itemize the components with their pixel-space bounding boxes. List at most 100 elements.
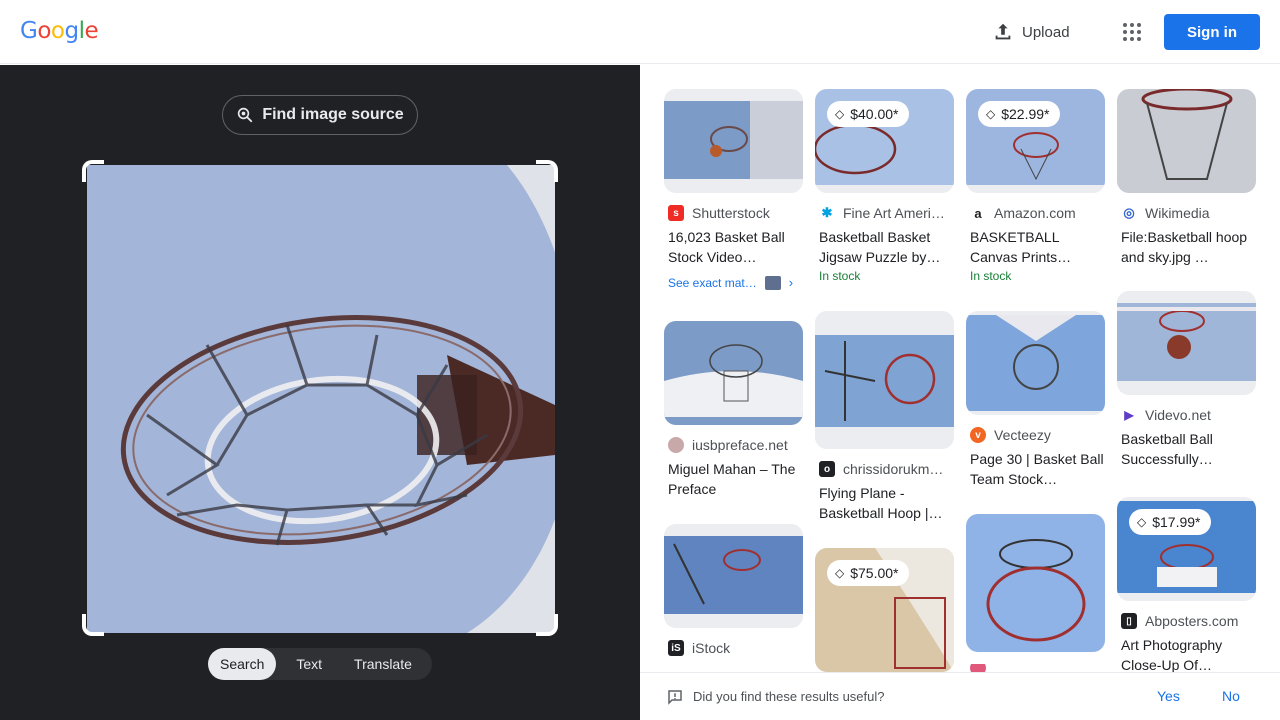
logo-letter-o1: o bbox=[37, 18, 51, 44]
result-card[interactable]: ◇ $75.00* bbox=[815, 548, 954, 672]
iusbpreface-icon bbox=[668, 437, 684, 453]
result-card[interactable]: iusbpreface.net Miguel Mahan – The Prefa… bbox=[664, 321, 803, 499]
feedback-question: Did you find these results useful? bbox=[693, 689, 885, 704]
result-title[interactable]: Art Photography Close-Up Of… bbox=[1121, 635, 1255, 672]
result-source-label: Fine Art Ameri… bbox=[843, 205, 945, 221]
crop-handle-top-right[interactable] bbox=[536, 160, 558, 182]
amazon-icon: a bbox=[970, 205, 986, 221]
result-card[interactable]: s Shutterstock 16,023 Basket Ball Stock V… bbox=[664, 89, 803, 290]
result-thumbnail[interactable] bbox=[1117, 89, 1256, 193]
result-source[interactable]: s Shutterstock bbox=[668, 205, 803, 221]
result-source-label: iStock bbox=[692, 640, 731, 656]
result-source[interactable] bbox=[970, 664, 1105, 672]
see-exact-matches-label: See exact mat… bbox=[668, 275, 757, 290]
result-card[interactable]: o chrissidorukm… Flying Plane - Basketbal… bbox=[815, 311, 954, 523]
price-badge: ◇ $17.99* bbox=[1129, 509, 1211, 535]
result-source-label: Amazon.com bbox=[994, 205, 1076, 221]
price-tag-icon: ◇ bbox=[835, 107, 845, 121]
result-card[interactable]: ◇ $17.99* ▯ Abposters.com Art Photography … bbox=[1117, 497, 1256, 672]
result-source-label: Videvo.net bbox=[1145, 407, 1211, 423]
upload-icon bbox=[995, 23, 1011, 40]
result-title[interactable]: BASKETBALL Canvas Prints… bbox=[970, 227, 1104, 267]
price-tag-icon: ◇ bbox=[835, 566, 845, 580]
result-card[interactable]: v Vecteezy Page 30 | Basket Ball Team Sto… bbox=[966, 311, 1105, 489]
result-source[interactable]: iS iStock bbox=[668, 640, 803, 656]
crop-handle-bottom-right[interactable] bbox=[536, 614, 558, 636]
result-card[interactable] bbox=[966, 514, 1105, 672]
in-stock-label: In stock bbox=[970, 269, 1012, 283]
upload-label: Upload bbox=[1022, 23, 1070, 41]
result-source[interactable]: ▶ Videvo.net bbox=[1121, 407, 1256, 423]
result-source[interactable]: ▯ Abposters.com bbox=[1121, 613, 1256, 629]
result-source-label: Shutterstock bbox=[692, 205, 770, 221]
crop-handle-bottom-left[interactable] bbox=[82, 614, 104, 636]
result-source[interactable]: iusbpreface.net bbox=[668, 437, 803, 453]
feedback-yes-button[interactable]: Yes bbox=[1157, 688, 1180, 704]
result-source-label: chrissidorukm… bbox=[843, 461, 944, 477]
find-image-source-label: Find image source bbox=[262, 106, 404, 123]
result-title[interactable]: Miguel Mahan – The Preface bbox=[668, 459, 802, 499]
mode-switcher: Search Text Translate bbox=[208, 648, 432, 680]
crop-handle-top-left[interactable] bbox=[82, 160, 104, 182]
result-source[interactable]: o chrissidorukm… bbox=[819, 461, 954, 477]
result-title[interactable]: 16,023 Basket Ball Stock Video… bbox=[668, 227, 802, 267]
feedback-bar: Did you find these results useful? Yes N… bbox=[640, 672, 1280, 720]
result-source-label: Abposters.com bbox=[1145, 613, 1239, 629]
result-source[interactable]: a Amazon.com bbox=[970, 205, 1105, 221]
price-label: $40.00* bbox=[850, 106, 899, 122]
result-title[interactable]: Flying Plane - Basketball Hoop |… bbox=[819, 483, 953, 523]
logo-letter-o2: o bbox=[50, 18, 65, 44]
partial-source-icon bbox=[970, 664, 986, 672]
result-card[interactable]: ◇ $40.00* ✱ Fine Art Ameri… Basketball Bas… bbox=[815, 89, 954, 283]
result-title[interactable]: Basketball Basket Jigsaw Puzzle by… bbox=[819, 227, 953, 267]
logo-letter-g2: g bbox=[64, 18, 79, 44]
result-card[interactable]: ◎ Wikimedia File:Basketball hoop and sky.… bbox=[1117, 89, 1256, 267]
vecteezy-icon: v bbox=[970, 427, 986, 443]
price-label: $17.99* bbox=[1152, 514, 1201, 530]
result-title[interactable]: Basketball Ball Successfully… bbox=[1121, 429, 1255, 469]
result-thumbnail[interactable]: ◇ $40.00* bbox=[815, 89, 954, 193]
sign-in-button[interactable]: Sign in bbox=[1164, 14, 1260, 50]
mode-translate-tab[interactable]: Translate bbox=[342, 648, 424, 680]
result-thumbnail[interactable] bbox=[664, 89, 803, 193]
result-title[interactable]: File:Basketball hoop and sky.jpg … bbox=[1121, 227, 1255, 267]
result-thumbnail[interactable] bbox=[966, 311, 1105, 415]
result-thumbnail[interactable] bbox=[664, 321, 803, 425]
result-thumbnail[interactable]: ◇ $75.00* bbox=[815, 548, 954, 672]
result-card[interactable]: iS iStock bbox=[664, 524, 803, 656]
result-thumbnail[interactable] bbox=[966, 514, 1105, 652]
fineartamerica-icon: ✱ bbox=[819, 205, 835, 221]
result-thumbnail[interactable] bbox=[1117, 291, 1256, 395]
feedback-icon bbox=[668, 690, 682, 705]
query-image-panel: Find image source Search Text Translate bbox=[0, 65, 640, 720]
mode-text-tab[interactable]: Text bbox=[276, 648, 342, 680]
top-bar: Google Upload Sign in bbox=[0, 0, 1280, 64]
mode-search-tab[interactable]: Search bbox=[208, 648, 277, 680]
result-source[interactable]: v Vecteezy bbox=[970, 427, 1105, 443]
see-exact-matches-link[interactable]: See exact mat… › bbox=[668, 275, 803, 290]
price-badge: ◇ $22.99* bbox=[978, 101, 1060, 127]
feedback-no-button[interactable]: No bbox=[1222, 688, 1240, 704]
result-thumbnail[interactable] bbox=[815, 311, 954, 449]
chevron-right-icon: › bbox=[788, 275, 794, 290]
result-source[interactable]: ✱ Fine Art Ameri… bbox=[819, 205, 954, 221]
result-thumbnail[interactable]: ◇ $17.99* bbox=[1117, 497, 1256, 601]
videvo-icon: ▶ bbox=[1121, 407, 1137, 423]
google-logo[interactable]: Google bbox=[20, 18, 99, 44]
result-source-label: Wikimedia bbox=[1145, 205, 1210, 221]
visual-matches-grid: s Shutterstock 16,023 Basket Ball Stock V… bbox=[640, 65, 1280, 672]
result-title[interactable]: Page 30 | Basket Ball Team Stock… bbox=[970, 449, 1104, 489]
abposters-icon: ▯ bbox=[1121, 613, 1137, 629]
upload-button[interactable]: Upload bbox=[992, 21, 1070, 43]
result-card[interactable]: ◇ $22.99* a Amazon.com BASKETBALL Canvas P… bbox=[966, 89, 1105, 283]
apps-grid-icon[interactable] bbox=[1122, 22, 1142, 42]
find-image-source-button[interactable]: Find image source bbox=[222, 95, 418, 135]
result-card[interactable]: ▶ Videvo.net Basketball Ball Successfully… bbox=[1117, 291, 1256, 469]
exact-match-thumb bbox=[764, 275, 781, 290]
result-source[interactable]: ◎ Wikimedia bbox=[1121, 205, 1256, 221]
result-thumbnail[interactable] bbox=[664, 524, 803, 628]
result-thumbnail[interactable]: ◇ $22.99* bbox=[966, 89, 1105, 193]
price-tag-icon: ◇ bbox=[986, 107, 996, 121]
logo-letter-e: e bbox=[84, 18, 99, 44]
price-badge: ◇ $40.00* bbox=[827, 101, 909, 127]
